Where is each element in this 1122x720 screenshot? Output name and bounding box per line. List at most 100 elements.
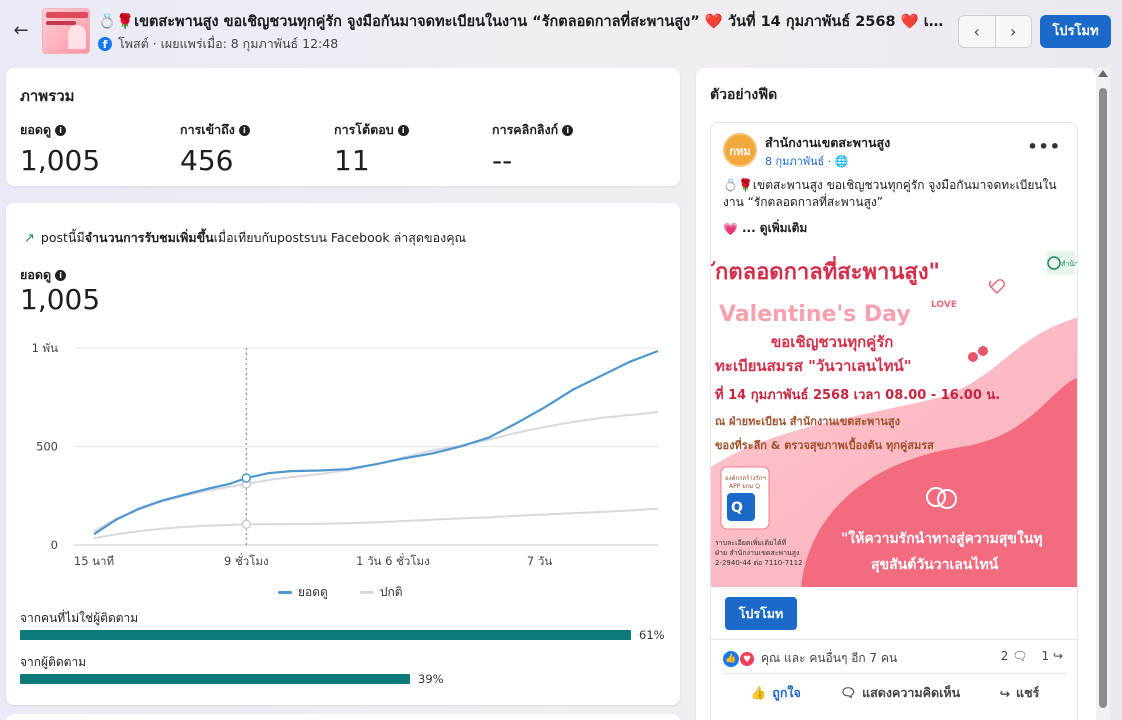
valentine-poster: Q สำนัก ักตลอดกาลที่สะพานสูง" Valentine'… [711, 247, 1078, 587]
poster-contact: ราบละเอียดเพิ่มเติมได้ที่ [715, 538, 787, 547]
comments-count-value: 2 [1000, 649, 1009, 663]
series-line [93, 507, 659, 540]
info-icon[interactable]: i [55, 124, 67, 136]
trend-bold: จำนวนการรับชมเพิ่มขึ้น [84, 230, 214, 245]
metric-value: -- [492, 144, 513, 177]
share-button[interactable]: ↪ แชร์ [1000, 683, 1040, 703]
feed-preview-panel: ตัวอย่างฟีด กทม สำนักงานเขตสะพานสูง 8 กุ… [696, 68, 1096, 720]
y-tick-label: 1 พัน [32, 341, 59, 355]
back-arrow-icon[interactable]: ← [10, 20, 32, 42]
hover-point [241, 473, 252, 483]
legend-item-typical[interactable]: ปกติ [359, 583, 403, 602]
poster-line: สุขสันต์วันวาเลนไทน์ [871, 555, 999, 573]
breakdown-percent: 61% [639, 628, 665, 642]
info-icon[interactable]: i [238, 124, 250, 136]
like-reaction-icon: 👍 [723, 650, 739, 667]
comment-label: แสดงความคิดเห็น [862, 685, 961, 700]
overview-card: ภาพรวม ยอดดู i 1,005 การเข้าถึง i 456 การโ… [6, 68, 680, 186]
hover-point [241, 519, 252, 530]
legend-label: ยอดดู [298, 585, 328, 599]
scrollbar[interactable] [1096, 68, 1110, 720]
comment-icon: 🗨 [1012, 649, 1028, 663]
next-post-button[interactable]: › [996, 16, 1032, 47]
scroll-up-arrow-icon[interactable] [1098, 70, 1108, 77]
post-image[interactable]: Q สำนัก ักตลอดกาลที่สะพานสูง" Valentine'… [711, 247, 1078, 587]
reaction-summary[interactable]: 👍 ♥ คุณ และ คนอื่นๆ อีก 7 คน [723, 649, 897, 668]
more-options-icon[interactable]: ••• [1027, 137, 1061, 156]
poster-qr-title: องค์กรสร้างรักฯ [725, 474, 766, 482]
views-card: ↗ postนี้มีจำนวนการรับชมเพิ่มขึ้นเมื่อเท… [6, 203, 680, 705]
x-tick-label: 1 วัน 6 ชั่วโมง [356, 553, 430, 568]
trend-message: ↗ postนี้มีจำนวนการรับชมเพิ่มขึ้นเมื่อเท… [24, 228, 466, 248]
poster-line: ของที่ระลึก & ตรวจสุขภาพเบื้องต้น ทุกคู่… [715, 437, 934, 453]
metric-views: ยอดดู i 1,005 [20, 120, 100, 177]
post-header: ← 💍🌹เขตสะพานสูง ขอเชิญชวนทุกคู่รัก จูงมื… [0, 0, 1122, 64]
preview-title: ตัวอย่างฟีด [710, 87, 778, 103]
poster-line: "ให้ความรักนำทางสู่ความสุขในทุ [841, 529, 1043, 547]
preview-promote-button[interactable]: โปรโมท [725, 597, 797, 630]
views-label: ยอดดู i [20, 265, 67, 285]
next-card-edge [6, 714, 680, 720]
y-tick-label: 500 [36, 440, 58, 454]
metric-engagement: การโต้ตอบ i 11 [334, 120, 409, 177]
breakdown-label-nonfollowers: จากคนที่ไม่ใช่ผู้ติดตาม [20, 611, 139, 625]
post-meta-text: โพสต์ · เผยแพร่เมื่อ: 8 กุมภาพันธ์ 12:48 [118, 36, 339, 51]
overview-title: ภาพรวม [20, 87, 75, 105]
facebook-icon: f [98, 37, 112, 51]
info-icon[interactable]: i [562, 124, 574, 136]
post-date[interactable]: 8 กุมภาพันธ์ · 🌐 [765, 152, 849, 170]
post-thumbnail [42, 8, 90, 54]
trending-up-icon: ↗ [24, 230, 35, 246]
views-line-chart[interactable]: 0 500 1 พัน 15 นาที 9 ชั่วโมง 1 วัน 6 ชั่วโมง… [6, 333, 680, 583]
comment-button[interactable]: 🗨 แสดงความคิดเห็น [840, 683, 960, 703]
trend-prefix: postนี้มี [40, 230, 85, 245]
series-line [93, 349, 659, 536]
poster-logo-text: สำนัก [1061, 260, 1078, 268]
thumbs-up-icon: 👍 [750, 685, 767, 700]
divider [711, 639, 1077, 640]
metric-label: การคลิกลิงก์ [492, 122, 559, 137]
views-label-text: ยอดดู [20, 267, 52, 282]
page-name[interactable]: สำนักงานเขตสะพานสูง [765, 133, 890, 153]
poster-qr-sub: APP ยกม Q [729, 483, 760, 490]
info-icon[interactable]: i [55, 269, 67, 281]
engagement-counts: 2 🗨 1 ↪ [1001, 649, 1063, 663]
post-title: 💍🌹เขตสะพานสูง ขอเชิญชวนทุกคู่รัก จูงมือก… [98, 14, 948, 30]
poster-line: Valentine's Day [719, 302, 911, 327]
poster-line: ขอเชิญชวนทุกคู่รัก [771, 333, 893, 352]
x-tick-label: 7 วัน [527, 554, 552, 568]
legend-item-views[interactable]: ยอดดู [278, 583, 328, 602]
metric-label: การเข้าถึง [180, 122, 235, 137]
post-actions: 👍 ถูกใจ 🗨 แสดงความคิดเห็น ↪ แชร์ [711, 683, 1077, 703]
breakdown-percent: 39% [418, 672, 444, 686]
share-arrow-icon: ↪ [999, 685, 1011, 701]
love-reaction-icon: ♥ [739, 650, 755, 667]
poster-line: ักตลอดกาลที่สะพานสูง" [711, 255, 940, 286]
share-icon: ↪ [1052, 649, 1063, 663]
poster-contact: 2-2940-44 ต่อ 7110-7112 [715, 559, 803, 567]
shares-count[interactable]: 1 ↪ [1041, 649, 1063, 663]
svg-text:Q: Q [731, 500, 743, 516]
promote-button[interactable]: โปรโมท [1040, 15, 1111, 48]
breakdown-bar-nonfollowers [20, 630, 631, 640]
see-more-label: ... ดูเพิ่มเติม [741, 221, 808, 235]
metric-value: 1,005 [20, 144, 101, 177]
see-more[interactable]: 💗 ... ดูเพิ่มเติม [723, 219, 807, 238]
legend-label: ปกติ [379, 585, 403, 599]
prev-post-button[interactable]: ‹ [959, 16, 996, 47]
metric-label: การโต้ตอบ [334, 122, 394, 137]
comments-count[interactable]: 2 🗨 [1001, 649, 1028, 663]
like-button[interactable]: 👍 ถูกใจ [751, 683, 801, 703]
avatar[interactable]: กทม [723, 133, 757, 167]
metric-reach: การเข้าถึง i 456 [180, 120, 250, 177]
metric-link-clicks: การคลิกลิงก์ i -- [492, 120, 574, 177]
y-tick-label: 0 [51, 538, 58, 552]
comment-bubble-icon: 🗨 [840, 685, 857, 700]
views-value: 1,005 [20, 283, 101, 316]
feed-post: กทม สำนักงานเขตสะพานสูง 8 กุมภาพันธ์ · 🌐… [710, 122, 1078, 720]
like-label: ถูกใจ [772, 685, 801, 700]
info-icon[interactable]: i [397, 124, 409, 136]
scroll-thumb[interactable] [1099, 88, 1107, 708]
post-nav: ‹ › [958, 15, 1032, 48]
poster-line: ที่ 14 กุมภาพันธ์ 2568 เวลา 08.00 - 16.0… [715, 385, 1000, 403]
